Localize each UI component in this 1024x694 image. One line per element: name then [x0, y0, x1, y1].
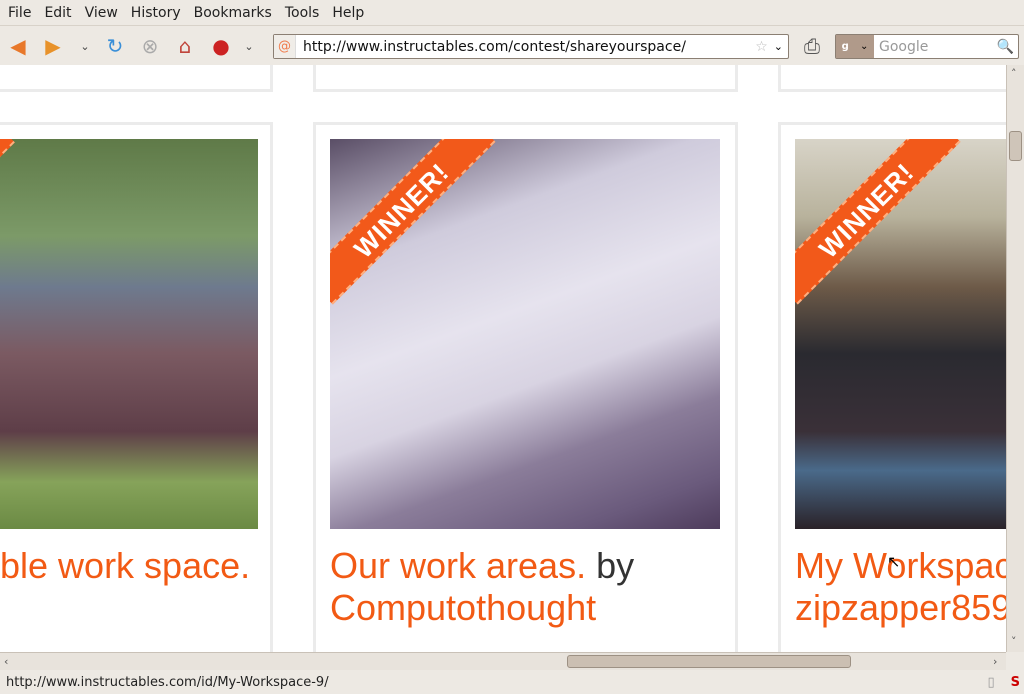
winner-badge: WINNER!	[347, 156, 455, 264]
chevron-down-icon: ⌄	[860, 41, 869, 52]
reload-icon[interactable]: ↻	[102, 33, 128, 59]
history-dropdown-icon[interactable]: ⌄	[72, 33, 98, 59]
entry-title-link[interactable]: Our work areas.	[330, 545, 586, 586]
entry-image[interactable]: WINNER!	[795, 139, 1006, 529]
page-content: ble work space. WINNER! Our work areas. …	[0, 65, 1006, 652]
menu-view[interactable]: View	[80, 5, 126, 21]
vertical-scrollbar[interactable]: ˄ ˅	[1006, 65, 1024, 652]
author-link[interactable]: zipzapper859	[795, 587, 1006, 628]
status-bar: http://www.instructables.com/id/My-Works…	[0, 670, 1024, 694]
status-text: http://www.instructables.com/id/My-Works…	[6, 674, 329, 690]
search-icon[interactable]: 🔍	[997, 39, 1018, 55]
url-bar[interactable]: @ http://www.instructables.com/contest/s…	[273, 34, 789, 59]
winner-ribbon: WINNER!	[795, 139, 961, 305]
bookmark-star-icon[interactable]: ☆	[755, 39, 774, 55]
menu-bar: File Edit View History Bookmarks Tools H…	[0, 0, 1024, 25]
horizontal-scroll-thumb[interactable]	[567, 655, 851, 668]
home-icon[interactable]: ⌂	[172, 33, 198, 59]
entry-title: Our work areas. by Computothought	[330, 545, 634, 629]
entry-image[interactable]: WINNER!	[330, 139, 720, 529]
scroll-up-icon[interactable]: ˄	[1011, 65, 1017, 82]
search-engine-selector[interactable]: g ⌄	[836, 35, 874, 58]
horizontal-scrollbar[interactable]: ‹ ›	[0, 652, 1006, 670]
by-label: by	[586, 545, 635, 586]
card-partial	[0, 65, 273, 92]
addon-icon[interactable]: ▯	[987, 675, 994, 690]
menu-file[interactable]: File	[3, 5, 39, 21]
url-text[interactable]: http://www.instructables.com/contest/sha…	[296, 39, 755, 55]
stop-icon[interactable]: ⊗	[137, 33, 163, 59]
menu-bookmarks[interactable]: Bookmarks	[189, 5, 280, 21]
entry-card: WINNER! My Workspacezipzapper859	[778, 122, 1006, 652]
card-partial	[313, 65, 738, 92]
menu-tools[interactable]: Tools	[280, 5, 328, 21]
navigation-toolbar: ◀ ▶ ⌄ ↻ ⊗ ⌂ ● ⌄ @ http://www.instructabl…	[0, 25, 1024, 65]
entry-title: My Workspacezipzapper859	[795, 545, 1006, 629]
print-icon[interactable]: ⎙	[799, 33, 825, 59]
entry-title: ble work space.	[0, 545, 250, 587]
site-icon: @	[274, 35, 296, 58]
entry-card: WINNER! Our work areas. by Computothought	[313, 122, 738, 652]
entry-card: ble work space.	[0, 122, 273, 652]
menu-edit[interactable]: Edit	[39, 5, 79, 21]
vertical-scroll-thumb[interactable]	[1009, 131, 1022, 161]
winner-ribbon	[0, 139, 15, 284]
entry-title-link[interactable]: My Workspace	[795, 545, 1006, 586]
bookmarks-balls-icon[interactable]: ●	[208, 33, 234, 59]
winner-badge: WINNER!	[812, 156, 920, 264]
menu-help[interactable]: Help	[327, 5, 372, 21]
forward-icon[interactable]: ▶	[40, 33, 66, 59]
mouse-cursor-icon: ↖	[887, 552, 901, 571]
entry-image[interactable]	[0, 139, 258, 529]
author-link[interactable]: Computothought	[330, 587, 596, 628]
search-box[interactable]: g ⌄ Google 🔍	[835, 34, 1019, 59]
no-script-icon[interactable]: S	[1011, 675, 1020, 690]
scroll-left-icon[interactable]: ‹	[4, 653, 8, 670]
back-icon[interactable]: ◀	[5, 33, 31, 59]
scroll-down-icon[interactable]: ˅	[1011, 633, 1017, 650]
card-partial	[778, 65, 1006, 92]
winner-ribbon: WINNER!	[330, 139, 496, 305]
dropdown-icon[interactable]: ⌄	[236, 33, 262, 59]
search-input[interactable]: Google	[874, 39, 997, 55]
scroll-right-icon[interactable]: ›	[993, 653, 997, 670]
url-dropdown-icon[interactable]: ⌄	[774, 40, 788, 53]
google-icon: g	[841, 41, 849, 52]
menu-history[interactable]: History	[126, 5, 189, 21]
entry-title-link[interactable]: ble work space.	[0, 545, 250, 586]
